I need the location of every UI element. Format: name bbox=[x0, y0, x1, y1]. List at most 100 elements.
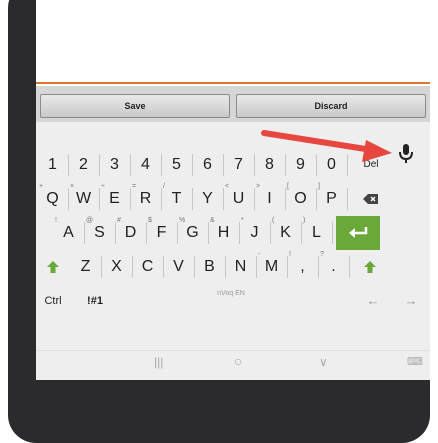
space-key[interactable]: nVoq EN bbox=[126, 284, 336, 318]
key-separator bbox=[161, 154, 162, 176]
qwerty-row: Q + W × E ÷ R = T / Y U < I > O[P] bbox=[36, 182, 430, 216]
key-separator bbox=[223, 154, 224, 176]
key-separator bbox=[99, 188, 100, 210]
key-m[interactable]: M- bbox=[256, 250, 287, 284]
backspace-icon bbox=[363, 193, 378, 204]
home-row: A! S @ D # F $ G% H & J * K(L) bbox=[36, 216, 430, 250]
key-separator bbox=[239, 222, 240, 244]
device-frame: Save Discard 1 2 3 4 5 6 7 8 9 0 Del Q + W × E ÷ R = T / Y U <… bbox=[8, 0, 430, 443]
key-separator bbox=[256, 256, 257, 278]
enter-icon bbox=[349, 226, 368, 238]
key-8[interactable]: 8 bbox=[254, 148, 285, 182]
key-d[interactable]: D # bbox=[115, 216, 146, 250]
key-separator bbox=[347, 188, 348, 210]
save-button[interactable]: Save bbox=[40, 94, 230, 118]
key-a[interactable]: A! bbox=[53, 216, 84, 250]
key-g[interactable]: G% bbox=[177, 216, 208, 250]
key-v[interactable]: V bbox=[163, 250, 194, 284]
key-r[interactable]: R = bbox=[130, 182, 161, 216]
key-separator bbox=[99, 154, 100, 176]
recent-apps-icon[interactable]: ||| bbox=[154, 355, 163, 369]
enter-key[interactable] bbox=[336, 216, 380, 250]
cursor-right-key[interactable]: → bbox=[394, 284, 428, 318]
key-z[interactable]: Z bbox=[70, 250, 101, 284]
key-0[interactable]: 0 bbox=[316, 148, 347, 182]
function-row: Ctrl !#1 nVoq EN ← → bbox=[36, 284, 430, 318]
key-separator bbox=[287, 256, 288, 278]
key-n[interactable]: N bbox=[225, 250, 256, 284]
key-i[interactable]: I > bbox=[254, 182, 285, 216]
key-c[interactable]: C bbox=[132, 250, 163, 284]
number-row: 1 2 3 4 5 6 7 8 9 0 Del bbox=[36, 148, 430, 182]
discard-button[interactable]: Discard bbox=[236, 94, 426, 118]
key-separator bbox=[163, 256, 164, 278]
back-icon[interactable]: ∨ bbox=[319, 355, 328, 369]
key-separator bbox=[301, 222, 302, 244]
key-f[interactable]: F $ bbox=[146, 216, 177, 250]
key-separator bbox=[161, 188, 162, 210]
key-k[interactable]: K( bbox=[270, 216, 301, 250]
key-3[interactable]: 3 bbox=[99, 148, 130, 182]
cursor-left-key[interactable]: ← bbox=[356, 284, 390, 318]
key-separator bbox=[101, 256, 102, 278]
key-separator bbox=[146, 222, 147, 244]
key-separator bbox=[318, 256, 319, 278]
key-t[interactable]: T / bbox=[161, 182, 192, 216]
key-separator bbox=[68, 154, 69, 176]
key-separator bbox=[316, 154, 317, 176]
key-separator bbox=[177, 222, 178, 244]
shift-icon bbox=[364, 260, 376, 273]
key-h[interactable]: H & bbox=[208, 216, 239, 250]
key-7[interactable]: 7 bbox=[223, 148, 254, 182]
key-separator bbox=[208, 222, 209, 244]
key-separator bbox=[254, 154, 255, 176]
bottom-letter-row: Z X C V B N M -,!.? bbox=[36, 250, 430, 284]
home-icon[interactable]: ○ bbox=[234, 353, 242, 369]
key-x[interactable]: X bbox=[101, 250, 132, 284]
key-w[interactable]: W × bbox=[68, 182, 99, 216]
soft-keyboard: 1 2 3 4 5 6 7 8 9 0 Del Q + W × E ÷ R = T / Y U < I > O[P] A! S @ D #… bbox=[36, 122, 430, 380]
key-p[interactable]: P] bbox=[316, 182, 347, 216]
key-separator bbox=[349, 256, 350, 278]
key-separator bbox=[68, 188, 69, 210]
key-separator bbox=[270, 222, 271, 244]
key-q[interactable]: Q + bbox=[37, 182, 68, 216]
key-9[interactable]: 9 bbox=[285, 148, 316, 182]
key-separator bbox=[130, 188, 131, 210]
microphone-icon[interactable] bbox=[398, 143, 414, 165]
action-button-bar: Save Discard bbox=[36, 86, 430, 122]
key-separator bbox=[192, 154, 193, 176]
key-l[interactable]: L) bbox=[301, 216, 332, 250]
shift-left-key[interactable] bbox=[36, 250, 70, 284]
key-6[interactable]: 6 bbox=[192, 148, 223, 182]
key-s[interactable]: S @ bbox=[84, 216, 115, 250]
key-separator bbox=[223, 188, 224, 210]
key-2[interactable]: 2 bbox=[68, 148, 99, 182]
symbols-key[interactable]: !#1 bbox=[80, 284, 110, 318]
shift-icon bbox=[47, 260, 59, 273]
key-u[interactable]: U < bbox=[223, 182, 254, 216]
key-separator bbox=[130, 154, 131, 176]
key-o[interactable]: O[ bbox=[285, 182, 316, 216]
key-j[interactable]: J * bbox=[239, 216, 270, 250]
system-nav-bar: ||| ○ ∨ ⌨ bbox=[36, 350, 430, 380]
screen: Save Discard 1 2 3 4 5 6 7 8 9 0 Del Q + W × E ÷ R = T / Y U <… bbox=[36, 0, 430, 380]
key-separator bbox=[132, 256, 133, 278]
key-separator bbox=[194, 256, 195, 278]
key-b[interactable]: B bbox=[194, 250, 225, 284]
keyboard-icon[interactable]: ⌨ bbox=[407, 355, 423, 368]
ctrl-key[interactable]: Ctrl bbox=[38, 284, 68, 318]
del-key[interactable]: Del bbox=[349, 148, 393, 182]
key-1[interactable]: 1 bbox=[37, 148, 68, 182]
key-separator bbox=[254, 188, 255, 210]
comma-key[interactable]: ,! bbox=[287, 250, 318, 284]
key-y[interactable]: Y bbox=[192, 182, 223, 216]
key-separator bbox=[225, 256, 226, 278]
key-e[interactable]: E ÷ bbox=[99, 182, 130, 216]
key-4[interactable]: 4 bbox=[130, 148, 161, 182]
shift-right-key[interactable] bbox=[353, 250, 387, 284]
key-5[interactable]: 5 bbox=[161, 148, 192, 182]
text-edit-area[interactable] bbox=[36, 0, 430, 84]
period-key[interactable]: .? bbox=[318, 250, 349, 284]
backspace-key[interactable] bbox=[349, 182, 393, 216]
